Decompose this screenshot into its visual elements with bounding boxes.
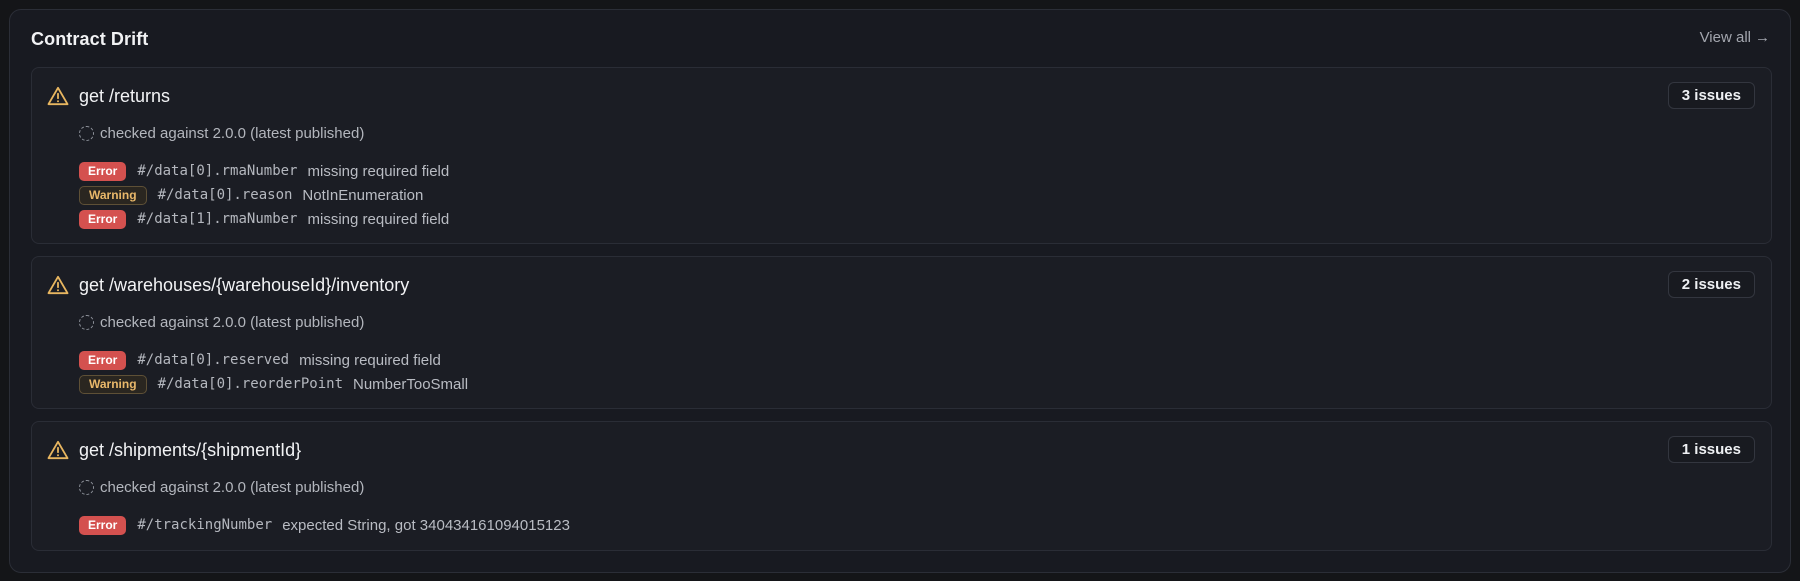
issue-row: Warning #/data[0].reorderPoint NumberToo… <box>79 372 468 396</box>
issue-message: missing required field <box>299 351 441 369</box>
checked-text: checked against 2.0.0 (latest published) <box>100 479 365 496</box>
issue-row: Error #/data[1].rmaNumber missing requir… <box>79 207 449 231</box>
endpoint-card[interactable]: get /returns 3 issues checked against 2.… <box>31 67 1772 244</box>
endpoint-path: get /returns <box>79 86 171 106</box>
panel-header: Contract Drift View all → <box>10 10 1790 66</box>
json-pointer: #/data[0].reorderPoint <box>157 376 343 392</box>
endpoint-list: get /returns 3 issues checked against 2.… <box>31 67 1772 563</box>
warning-triangle-icon <box>47 440 69 460</box>
json-pointer: #/data[0].reason <box>157 187 293 203</box>
warning-triangle-icon <box>47 86 69 106</box>
view-all-link[interactable]: View all → <box>1700 29 1770 46</box>
warning-triangle-icon <box>47 275 69 295</box>
endpoint-header: get /warehouses/{warehouseId}/inventory … <box>32 257 1771 309</box>
issue-count-badge: 3 issues <box>1667 82 1755 109</box>
issue-list: Error #/trackingNumber expected String, … <box>79 513 570 537</box>
panel-title: Contract Drift <box>31 29 149 49</box>
endpoint-header: get /shipments/{shipmentId} 1 issues <box>32 422 1771 474</box>
contract-drift-panel: Contract Drift View all → get /returns 3… <box>9 9 1791 573</box>
json-pointer: #/data[0].rmaNumber <box>137 163 298 179</box>
issue-row: Error #/trackingNumber expected String, … <box>79 513 570 537</box>
issue-message: NumberTooSmall <box>353 375 469 393</box>
severity-badge: Warning <box>79 185 147 205</box>
issue-message: NotInEnumeration <box>302 186 424 204</box>
severity-badge: Error <box>79 515 127 535</box>
json-pointer: #/data[0].reserved <box>137 352 290 368</box>
json-pointer: #/trackingNumber <box>137 517 273 533</box>
checked-text: checked against 2.0.0 (latest published) <box>100 314 365 331</box>
spinner-icon <box>79 126 94 141</box>
json-pointer: #/data[1].rmaNumber <box>137 211 298 227</box>
issue-count-badge: 1 issues <box>1667 436 1755 463</box>
checked-against: checked against 2.0.0 (latest published) <box>79 314 364 331</box>
checked-against: checked against 2.0.0 (latest published) <box>79 479 364 496</box>
issue-count-badge: 2 issues <box>1667 271 1755 298</box>
endpoint-header: get /returns 3 issues <box>32 68 1771 120</box>
severity-badge: Error <box>79 350 127 370</box>
spinner-icon <box>79 315 94 330</box>
severity-badge: Error <box>79 209 127 229</box>
arrow-right-icon: → <box>1755 29 1770 46</box>
endpoint-path: get /shipments/{shipmentId} <box>79 440 302 460</box>
checked-text: checked against 2.0.0 (latest published) <box>100 125 365 142</box>
issue-message: missing required field <box>307 210 450 228</box>
issue-row: Warning #/data[0].reason NotInEnumeratio… <box>79 183 449 207</box>
severity-badge: Warning <box>79 374 147 394</box>
issue-list: Error #/data[0].rmaNumber missing requir… <box>79 159 449 231</box>
endpoint-path: get /warehouses/{warehouseId}/inventory <box>79 275 410 295</box>
issue-message: expected String, got 340434161094015123 <box>282 516 570 534</box>
issue-list: Error #/data[0].reserved missing require… <box>79 348 468 396</box>
view-all-label: View all <box>1699 29 1751 46</box>
endpoint-card[interactable]: get /warehouses/{warehouseId}/inventory … <box>31 256 1772 409</box>
checked-against: checked against 2.0.0 (latest published) <box>79 125 364 142</box>
issue-row: Error #/data[0].reserved missing require… <box>79 348 468 372</box>
issue-message: missing required field <box>307 162 450 180</box>
spinner-icon <box>79 480 94 495</box>
endpoint-card[interactable]: get /shipments/{shipmentId} 1 issues che… <box>31 421 1772 551</box>
issue-row: Error #/data[0].rmaNumber missing requir… <box>79 159 449 183</box>
severity-badge: Error <box>79 161 127 181</box>
